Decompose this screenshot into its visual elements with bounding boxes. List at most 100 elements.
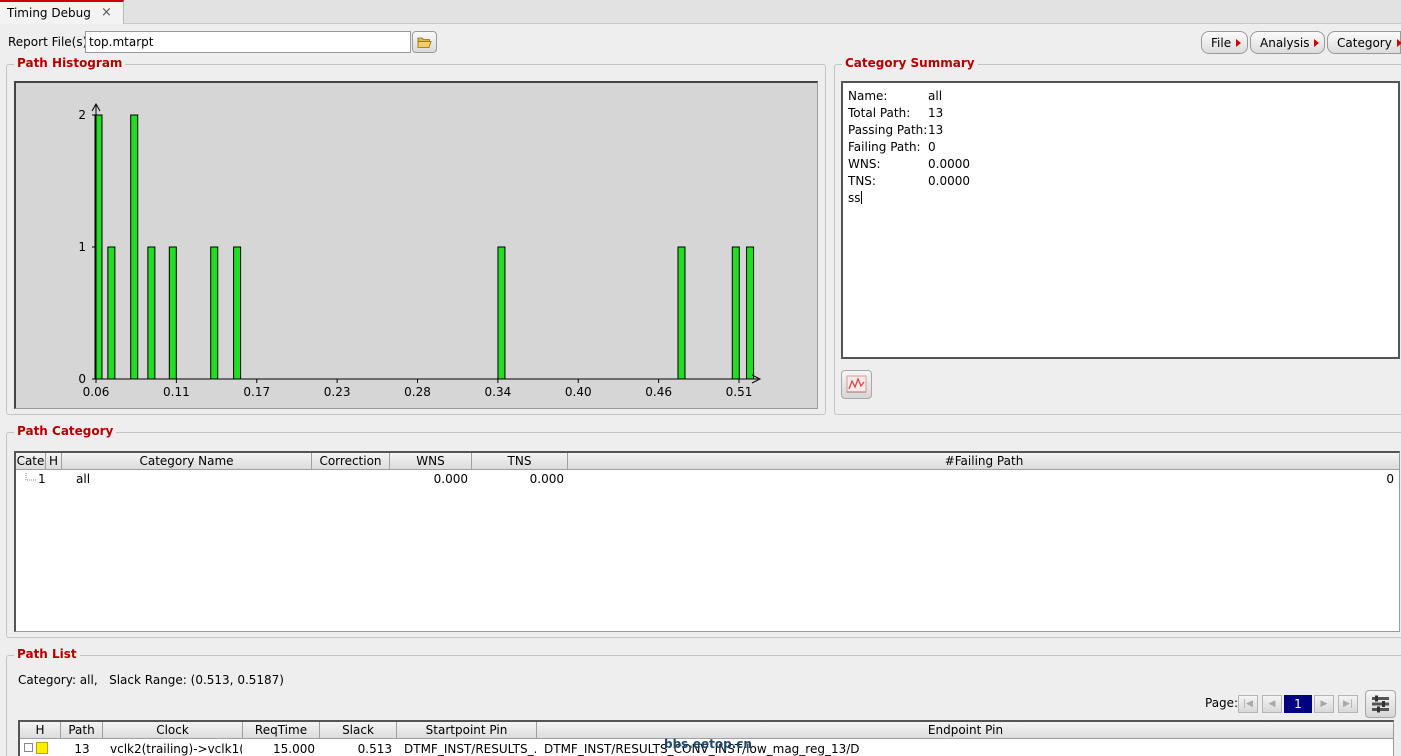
cell-tns: 0.000: [529, 472, 564, 486]
cell-id: 1: [38, 472, 46, 486]
path-category-title: Path Category: [14, 424, 117, 438]
col-header-tns[interactable]: TNS: [472, 453, 568, 470]
chart-button[interactable]: [841, 370, 872, 399]
current-page[interactable]: 1: [1284, 695, 1312, 713]
col-header-correction[interactable]: Correction: [312, 453, 390, 470]
summary-value: all: [928, 89, 943, 103]
path-category-table: Cate H Category Name Correction WNS TNS …: [14, 451, 1400, 632]
next-page-icon: ▶: [1320, 699, 1328, 709]
report-file-input[interactable]: [85, 31, 411, 53]
last-page-icon: ▶|: [1343, 699, 1353, 709]
category-summary-title: Category Summary: [842, 56, 978, 70]
category-summary-text[interactable]: Name: all Total Path: 13 Passing Path:13 F…: [841, 81, 1400, 359]
path-list-slack-range: Slack Range: (0.513, 0.5187): [109, 673, 284, 687]
col-header-slack[interactable]: Slack: [320, 722, 397, 739]
summary-value: 13: [928, 123, 944, 137]
table-settings-button[interactable]: [1365, 690, 1396, 718]
file-menu-label: File: [1211, 36, 1232, 50]
first-page-button[interactable]: |◀: [1238, 695, 1258, 713]
folder-open-icon: [417, 37, 432, 48]
text-cursor: [860, 191, 862, 204]
histogram-bar: [107, 246, 116, 380]
watermark-text: bbs.eetop.cn: [664, 737, 752, 751]
cell-failing: 0: [1386, 472, 1394, 486]
col-header-path[interactable]: Path: [61, 722, 103, 739]
cell-reqtime: 15.000: [273, 742, 315, 756]
summary-row: Failing Path: 0: [848, 140, 936, 154]
col-header-clock[interactable]: Clock: [103, 722, 243, 739]
x-tick-label: 0.51: [726, 385, 753, 399]
histogram-svg: 0.06 0.11 0.17 0.23 0.28 0.34 0.40 0.46 0.51 0 1 2: [78, 102, 762, 399]
col-header-category-name[interactable]: Category Name: [62, 453, 312, 470]
x-tick-label: 0.34: [485, 385, 512, 399]
summary-value: 13: [928, 106, 944, 120]
col-header-wns[interactable]: WNS: [390, 453, 472, 470]
last-page-button[interactable]: ▶|: [1338, 695, 1358, 713]
x-tick-label: 0.17: [243, 385, 270, 399]
arrow-right-icon: [1236, 39, 1242, 47]
summary-row: Passing Path:13: [848, 123, 943, 137]
summary-key: WNS:: [848, 157, 881, 171]
summary-row: WNS: 0.0000: [848, 157, 970, 171]
y-tick-label: 0: [78, 372, 86, 386]
path-histogram-title: Path Histogram: [14, 56, 126, 70]
summary-row: Total Path: 13: [848, 106, 943, 120]
close-icon[interactable]: ×: [101, 5, 112, 20]
histogram-bar: [497, 246, 506, 380]
histogram-bar: [147, 246, 156, 380]
page-label: Page:: [1205, 696, 1239, 710]
analysis-menu-label: Analysis: [1260, 36, 1310, 50]
x-tick-label: 0.23: [324, 385, 351, 399]
summary-row: Name: all: [848, 89, 942, 103]
path-list-info: Category: all, Slack Range: (0.513, 0.51…: [18, 673, 284, 687]
first-page-icon: |◀: [1243, 699, 1253, 709]
summary-key: Failing Path:: [848, 140, 921, 154]
arrow-right-icon: [1396, 39, 1401, 47]
summary-key: TNS:: [848, 174, 876, 188]
browse-button[interactable]: [412, 31, 437, 53]
col-header-reqtime[interactable]: ReqTime: [243, 722, 320, 739]
x-tick-label: 0.40: [565, 385, 592, 399]
row-checkbox[interactable]: [24, 743, 33, 752]
cell-wns: 0.000: [433, 472, 468, 486]
cell-path: 13: [74, 742, 90, 756]
col-header-h[interactable]: H: [46, 453, 62, 470]
col-header-startpoint[interactable]: Startpoint Pin: [397, 722, 537, 739]
cell-slack: 0.513: [357, 742, 392, 756]
category-menu-button[interactable]: Category: [1327, 31, 1401, 54]
histogram-bar: [731, 246, 740, 380]
x-tick-label: 0.46: [645, 385, 672, 399]
summary-note: ss: [848, 191, 862, 205]
table-row[interactable]: 1 all 0.000 0.000 0: [16, 471, 1399, 488]
col-header-failing-path[interactable]: #Failing Path: [568, 453, 1399, 470]
tab-title: Timing Debug: [7, 6, 91, 20]
path-list-title: Path List: [14, 647, 80, 661]
cell-name: all: [76, 472, 91, 486]
tab-timing-debug[interactable]: Timing Debug ×: [0, 0, 124, 24]
summary-key: Total Path:: [848, 106, 911, 120]
histogram-bar: [233, 246, 242, 380]
x-tick-label: 0.11: [163, 385, 190, 399]
next-page-button[interactable]: ▶: [1314, 695, 1334, 713]
histogram-bar: [130, 114, 139, 380]
summary-row: TNS: 0.0000: [848, 174, 970, 188]
col-header-h[interactable]: H: [20, 722, 61, 739]
path-list-category: Category: all,: [18, 673, 98, 687]
tab-strip: Timing Debug ×: [0, 0, 1401, 24]
y-tick-label: 1: [78, 240, 86, 254]
cell-startpoint: DTMF_INST/RESULTS_...: [404, 742, 536, 756]
arrow-right-icon: [1314, 39, 1320, 47]
histogram-bar: [210, 246, 219, 380]
table-header: Cate H Category Name Correction WNS TNS …: [16, 453, 1399, 470]
histogram-bar: [168, 246, 177, 380]
col-header-cate[interactable]: Cate: [16, 453, 46, 470]
histogram-chart: 0.06 0.11 0.17 0.23 0.28 0.34 0.40 0.46 0.51 0 1 2: [14, 81, 818, 409]
file-menu-button[interactable]: File: [1201, 31, 1248, 54]
analysis-menu-button[interactable]: Analysis: [1250, 31, 1325, 54]
prev-page-button[interactable]: ◀: [1262, 695, 1282, 713]
summary-value: 0: [928, 140, 936, 154]
y-tick-label: 2: [78, 108, 86, 122]
summary-key: Passing Path:: [848, 123, 928, 137]
x-tick-label: 0.06: [83, 385, 110, 399]
highlight-swatch[interactable]: [36, 742, 48, 754]
